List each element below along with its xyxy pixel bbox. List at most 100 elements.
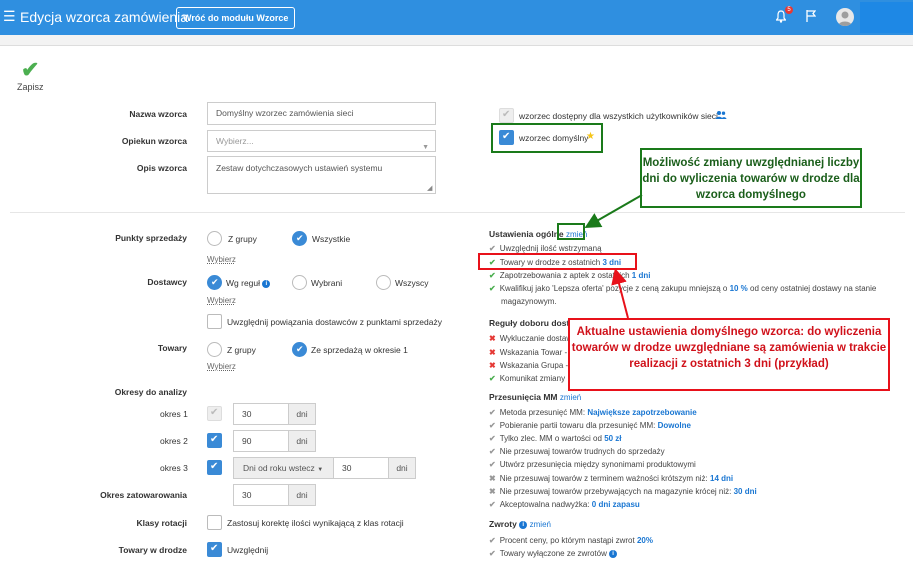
cross-icon: ✖ — [489, 348, 496, 357]
bell-icon[interactable] — [776, 10, 786, 23]
stock-period-unit: dni — [288, 484, 316, 506]
supplier-links-checkbox[interactable] — [207, 314, 222, 329]
green-highlight-change — [557, 223, 585, 240]
flag-icon[interactable] — [806, 10, 816, 22]
suppliers-rules-radio[interactable] — [207, 275, 222, 290]
rule-item-3: ✖ Wskazania Grupa - — [489, 361, 568, 370]
checkmark-icon: ✔ — [21, 57, 40, 82]
rule-item-4-text: Komunikat zmiany — [499, 374, 566, 383]
points-choose-link[interactable]: Wybierz — [207, 255, 236, 264]
general-item-4-line2: magazynowym. — [501, 297, 557, 306]
general-item-1: ✔ Uwzględnij ilość wstrzymaną — [489, 244, 602, 253]
period1-checkbox[interactable] — [207, 406, 222, 421]
mm-item-2-text: Pobieranie partii towaru dla przesunięć … — [499, 421, 656, 430]
mm-item-8-text: Akceptowalna nadwyżka: — [499, 500, 590, 509]
green-highlight-default — [491, 123, 603, 153]
info-icon[interactable]: i — [262, 279, 271, 288]
mm-item-7-text: Nie przesuwaj towarów przebywających na … — [499, 487, 732, 496]
mm-surplus-value: 0 dni zapasu — [591, 500, 640, 509]
available-all-label: wzorzec dostępny dla wszystkich użytkown… — [519, 111, 718, 121]
rule-item-3-text: Wskazania Grupa - — [499, 361, 569, 370]
notification-badge: 5 — [785, 6, 793, 14]
transit-text: Uwzględnij — [227, 545, 269, 555]
green-annotation-callout: Możliwość zmiany uwzględnianej liczby dn… — [640, 148, 862, 208]
avatar[interactable] — [836, 8, 854, 26]
rule-item-1-text: Wykluczanie dostaw — [499, 334, 573, 343]
points-label: Punkty sprzedaży — [115, 233, 187, 243]
mm-min-value: 50 zł — [604, 434, 622, 443]
period2-label: okres 2 — [160, 436, 188, 446]
suppliers-rules-text: Wg reguł — [226, 278, 261, 288]
period1-label: okres 1 — [160, 409, 188, 419]
goods-group-radio[interactable] — [207, 342, 222, 357]
name-input[interactable]: Domyślny wzorzec zamówienia sieci — [207, 102, 436, 125]
period2-input[interactable]: 90 — [233, 430, 289, 452]
rule-item-4: ✔ Komunikat zmiany — [489, 374, 565, 383]
period1-input[interactable]: 30 — [233, 403, 289, 425]
rule-item-1: ✖ Wykluczanie dostaw — [489, 334, 572, 343]
top-bar: ☰ Edycja wzorca zamówienia Wróć do moduł… — [0, 0, 913, 35]
mm-item-3: ✔ Tylko zlec. MM o wartości od 50 zł — [489, 434, 622, 443]
divider — [10, 212, 905, 213]
available-all-checkbox[interactable] — [499, 108, 514, 123]
points-group-radio[interactable] — [207, 231, 222, 246]
general-item-4: ✔ Kwalifikuj jako 'Lepsza oferta' pozycje… — [489, 284, 876, 293]
mm-item-4-text: Nie przesuwaj towarów trudnych do sprzed… — [499, 447, 665, 456]
mm-batch-value: Dowolne — [657, 421, 691, 430]
save-button[interactable]: ✔ Zapisz — [17, 57, 44, 93]
general-item-4-text: Kwalifikuj jako 'Lepsza oferta' pozycje … — [499, 284, 728, 293]
hamburger-menu-icon[interactable]: ☰ — [3, 8, 16, 25]
check-icon: ✔ — [489, 500, 496, 509]
mm-item-7: ✖ Nie przesuwaj towarów przebywających na… — [489, 487, 757, 496]
back-to-templates-button[interactable]: Wróć do modułu Wzorce — [176, 7, 296, 29]
period3-input[interactable]: 30 — [333, 457, 389, 479]
mm-expiry-value: 14 dni — [710, 474, 734, 483]
suppliers-all-label: Wszyscy — [395, 278, 429, 288]
returns-item-2: ✔ Towary wyłączone ze zwrotów i — [489, 549, 618, 558]
description-textarea[interactable]: Zestaw dotychczasowych ustawień systemu — [207, 156, 436, 194]
mm-item-6: ✖ Nie przesuwaj towarów z terminem ważnoś… — [489, 474, 733, 483]
check-icon: ✔ — [489, 271, 496, 280]
suppliers-choose-link[interactable]: Wybierz — [207, 296, 236, 305]
check-icon: ✔ — [489, 460, 496, 469]
goods-choose-link[interactable]: Wybierz — [207, 362, 236, 371]
returns-item-1: ✔ Procent ceny, po którym nastąpi zwrot 2… — [489, 536, 653, 545]
mm-item-3-text: Tylko zlec. MM o wartości od — [499, 434, 602, 443]
returns-change-link[interactable]: zmień — [530, 520, 551, 529]
mm-stay-value: 30 dni — [733, 487, 757, 496]
cross-icon: ✖ — [489, 487, 496, 496]
user-menu-area[interactable] — [860, 2, 913, 33]
mm-change-link[interactable]: zmień — [560, 393, 581, 402]
description-label: Opis wzorca — [136, 163, 187, 173]
stock-period-input[interactable]: 30 — [233, 484, 289, 506]
general-settings-title: Ustawienia ogólne — [489, 229, 564, 239]
period3-type-select[interactable]: Dni od roku wstecz ▼ — [233, 457, 334, 479]
returns-heading: Zwroty i zmień — [489, 519, 551, 529]
suppliers-all-radio[interactable] — [376, 275, 391, 290]
rule-item-2: ✖ Wskazania Towar - — [489, 348, 567, 357]
info-icon[interactable]: i — [519, 520, 528, 529]
returns-item-1-text: Procent ceny, po którym nastąpi zwrot — [499, 536, 635, 545]
check-icon: ✔ — [489, 284, 496, 293]
suppliers-selected-label: Wybrani — [311, 278, 343, 288]
transit-checkbox[interactable] — [207, 542, 222, 557]
rotation-label: Klasy rotacji — [136, 518, 187, 528]
name-label: Nazwa wzorca — [129, 109, 187, 119]
rule-item-2-text: Wskazania Towar - — [499, 348, 568, 357]
mm-item-1: ✔ Metoda przesunięć MM: Największe zapotr… — [489, 408, 697, 417]
goods-label: Towary — [157, 343, 187, 353]
mm-item-6-text: Nie przesuwaj towarów z terminem ważnośc… — [499, 474, 708, 483]
goods-sales-radio[interactable] — [292, 342, 307, 357]
period2-unit: dni — [288, 430, 316, 452]
points-all-radio[interactable] — [292, 231, 307, 246]
period3-checkbox[interactable] — [207, 460, 222, 475]
goods-sales-label: Ze sprzedażą w okresie 1 — [311, 345, 408, 355]
period2-checkbox[interactable] — [207, 433, 222, 448]
stock-period-label: Okres zatowarowania — [100, 490, 187, 500]
suppliers-selected-radio[interactable] — [292, 275, 307, 290]
rotation-checkbox[interactable] — [207, 515, 222, 530]
info-icon[interactable]: i — [609, 549, 618, 558]
guardian-select[interactable]: Wybierz... ▼ — [207, 130, 436, 152]
general-item-4-suffix: od ceny ostatniej dostawy na stanie — [750, 284, 877, 293]
suppliers-label: Dostawcy — [147, 277, 187, 287]
